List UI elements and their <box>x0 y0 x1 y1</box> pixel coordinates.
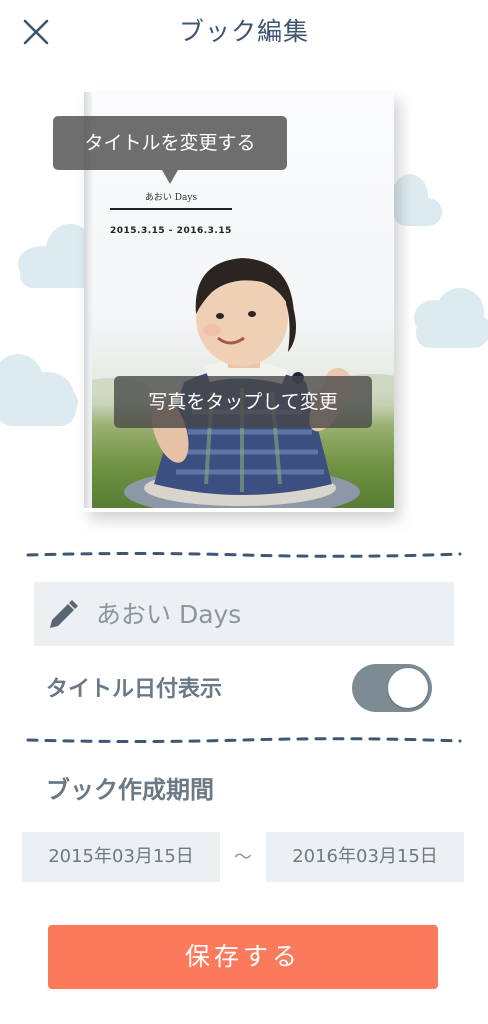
cover-dates: 2015.3.15 - 2016.3.15 <box>110 226 232 236</box>
book-period-label: ブック作成期間 <box>46 776 214 804</box>
title-date-display-label: タイトル日付表示 <box>46 677 223 702</box>
end-date-field[interactable]: 2016年03月15日 <box>266 832 464 882</box>
change-title-tooltip[interactable]: タイトルを変更する <box>53 116 287 170</box>
save-button[interactable]: 保存する <box>48 925 438 989</box>
cover-title-rule <box>110 208 232 210</box>
title-input-value[interactable]: あおい Days <box>96 598 241 632</box>
dashed-divider <box>26 737 462 743</box>
page-title: ブック編集 <box>178 17 309 46</box>
toggle-knob <box>388 668 428 708</box>
cover-title: あおい Days <box>144 193 198 203</box>
date-range-separator: ～ <box>234 847 252 868</box>
change-photo-tooltip[interactable]: 写真をタップして変更 <box>114 376 372 428</box>
title-date-display-toggle[interactable] <box>352 664 432 712</box>
start-date-field[interactable]: 2015年03月15日 <box>22 832 220 882</box>
tooltip-arrow <box>162 170 178 184</box>
pencil-icon <box>50 600 78 628</box>
dashed-divider <box>26 552 462 558</box>
